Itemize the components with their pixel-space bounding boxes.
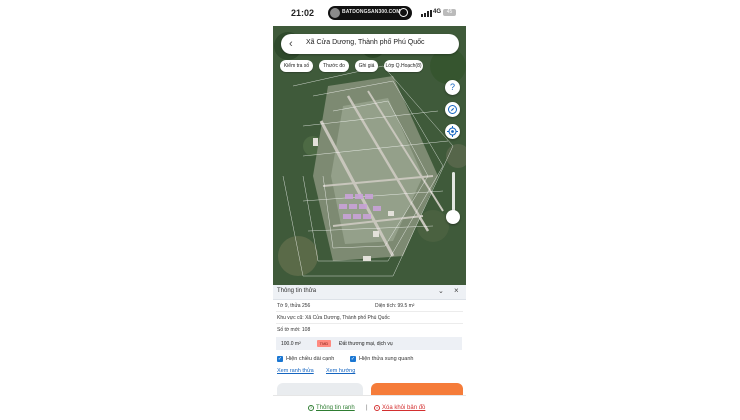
site-logo-icon bbox=[330, 8, 340, 18]
show-edge-length-label[interactable]: Hiện chiều dài cạnh bbox=[286, 356, 334, 362]
view-boundary-link[interactable]: Xem ranh thửa bbox=[277, 368, 314, 374]
parcel-info-panel: Thông tin thửa ⌄ × Tờ 9, thửa 256 Diện t… bbox=[273, 285, 466, 395]
locate-icon[interactable] bbox=[445, 124, 460, 139]
remove-from-map-link[interactable]: Xóa khỏi bản đồ bbox=[382, 405, 425, 411]
record-icon bbox=[399, 8, 408, 17]
zone-area: 100.0 m² bbox=[281, 341, 301, 347]
dynamic-island: BATDONGSAN300.COM bbox=[328, 6, 412, 20]
separator: | bbox=[366, 405, 368, 411]
signal-icon bbox=[421, 10, 432, 17]
parcel-area: Diện tích: 99.5 m² bbox=[375, 303, 415, 309]
help-icon[interactable]: ? bbox=[445, 80, 460, 95]
back-arrow-icon[interactable]: ‹ bbox=[289, 37, 293, 51]
status-bar: 21:02 BATDONGSAN300.COM 4G 45 bbox=[273, 0, 466, 26]
info-icon[interactable]: ? bbox=[308, 405, 314, 411]
divider bbox=[276, 311, 463, 312]
show-neighbors-checkbox[interactable]: ✓ bbox=[350, 356, 356, 362]
chip-planning-layer[interactable]: Lớp Q.Hoạch(8) bbox=[384, 60, 423, 72]
zone-code-badge: TMD bbox=[317, 340, 331, 347]
chip-check-number[interactable]: Kiểm tra số bbox=[280, 60, 313, 72]
remove-icon[interactable]: × bbox=[374, 405, 380, 411]
chip-measure[interactable]: Thước đo bbox=[319, 60, 349, 72]
phone-screen: 21:02 BATDONGSAN300.COM 4G 45 ‹ Xã Cửa D… bbox=[273, 0, 466, 420]
show-edge-length-checkbox[interactable]: ✓ bbox=[277, 356, 283, 362]
search-bar[interactable]: ‹ Xã Cửa Dương, Thành phố Phú Quốc bbox=[281, 34, 459, 54]
sheet-parcel-number: Tờ 9, thửa 256 bbox=[277, 303, 311, 309]
status-time: 21:02 bbox=[291, 8, 315, 18]
primary-action-button[interactable] bbox=[371, 383, 463, 395]
panel-header: Thông tin thửa ⌄ × bbox=[273, 285, 466, 300]
compass-icon[interactable] bbox=[445, 102, 460, 117]
chevron-down-icon[interactable]: ⌄ bbox=[438, 287, 444, 295]
battery-icon: 45 bbox=[443, 9, 456, 16]
secondary-action-button[interactable] bbox=[277, 383, 363, 395]
view-direction-link[interactable]: Xem hướng bbox=[326, 368, 355, 374]
show-neighbors-label[interactable]: Hiện thửa xung quanh bbox=[359, 356, 413, 362]
new-sheet-number: Số tờ mới: 108 bbox=[277, 327, 311, 333]
zone-use-type: Đất thương mại, dịch vụ bbox=[339, 341, 393, 347]
chip-price[interactable]: Ghi giá bbox=[355, 60, 378, 72]
bottom-action-bar: ? Thông tin ranh | × Xóa khỏi bản đồ bbox=[273, 395, 466, 420]
search-location-text[interactable]: Xã Cửa Dương, Thành phố Phú Quốc bbox=[306, 39, 425, 46]
satellite-map[interactable]: ‹ Xã Cửa Dương, Thành phố Phú Quốc Kiểm … bbox=[273, 26, 466, 285]
zoom-slider-knob[interactable] bbox=[446, 210, 460, 224]
boundary-info-link[interactable]: Thông tin ranh bbox=[316, 405, 355, 411]
network-type: 4G bbox=[433, 9, 442, 15]
land-use-row: 100.0 m² TMD Đất thương mại, dịch vụ bbox=[276, 337, 462, 350]
close-icon[interactable]: × bbox=[454, 286, 459, 295]
old-region: Khu vực cũ: Xã Cửa Dương, Thành phố Phú … bbox=[277, 315, 390, 321]
divider bbox=[276, 323, 463, 324]
island-text: BATDONGSAN300.COM bbox=[342, 9, 401, 15]
panel-title: Thông tin thửa bbox=[277, 288, 317, 294]
